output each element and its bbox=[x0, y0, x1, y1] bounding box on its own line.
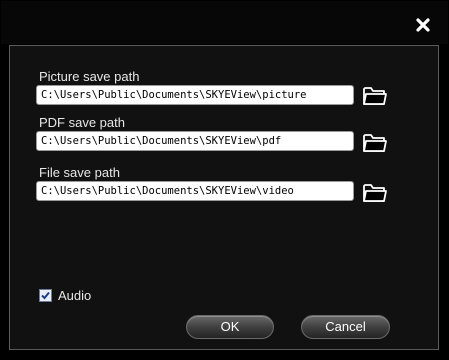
close-button[interactable] bbox=[415, 17, 431, 33]
file-path-input[interactable] bbox=[36, 181, 354, 201]
folder-icon bbox=[363, 184, 387, 202]
picture-path-input[interactable] bbox=[36, 85, 354, 105]
folder-icon bbox=[363, 87, 387, 105]
file-browse-button[interactable] bbox=[362, 181, 388, 203]
picture-browse-button[interactable] bbox=[362, 84, 388, 106]
settings-dialog: Picture save path PDF save path File sav… bbox=[0, 0, 449, 360]
pdf-path-label: PDF save path bbox=[39, 115, 125, 130]
folder-icon bbox=[363, 134, 387, 152]
cancel-button[interactable]: Cancel bbox=[301, 315, 390, 339]
close-icon bbox=[416, 18, 430, 32]
title-bar bbox=[1, 1, 448, 44]
file-path-label: File save path bbox=[39, 165, 120, 180]
ok-button[interactable]: OK bbox=[186, 315, 274, 339]
pdf-browse-button[interactable] bbox=[362, 131, 388, 153]
checkbox-box[interactable] bbox=[39, 288, 52, 302]
audio-label: Audio bbox=[58, 287, 92, 303]
audio-checkbox[interactable]: Audio bbox=[39, 287, 92, 303]
pdf-path-input[interactable] bbox=[36, 131, 354, 151]
checkmark-icon bbox=[41, 291, 50, 299]
picture-path-label: Picture save path bbox=[39, 69, 140, 84]
